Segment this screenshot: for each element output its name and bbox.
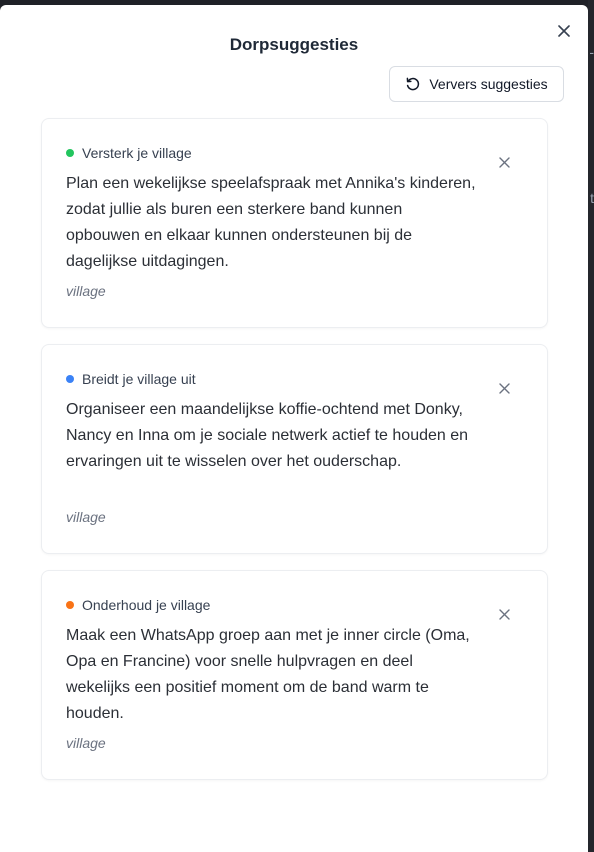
dismiss-suggestion-button[interactable] [497,381,511,395]
dialog-title: Dorpsuggesties [229,35,359,54]
suggestion-card: Breidt je village uit Organiseer een maa… [41,344,548,554]
category-dot [66,149,74,157]
suggestion-category: Onderhoud je village [66,597,210,613]
close-icon [498,382,510,394]
category-dot [66,375,74,383]
background-text: - [589,44,594,60]
category-label: Breidt je village uit [82,371,196,387]
suggestion-tag: village [66,283,106,299]
category-label: Versterk je village [82,145,192,161]
category-label: Onderhoud je village [82,597,211,613]
refresh-suggestions-button[interactable]: Ververs suggesties [389,66,564,102]
suggestion-text: Organiseer een maandelijkse koffie-ochte… [66,401,469,470]
suggestions-dialog: Dorpsuggesties Ververs suggesties Verste… [0,5,588,852]
close-icon [498,156,510,168]
suggestion-category: Breidt je village uit [66,371,196,387]
suggestion-tag: village [66,735,106,751]
dismiss-suggestion-button[interactable] [497,607,511,621]
background-text: t [590,190,594,206]
suggestion-text: Plan een wekelijkse speelafspraak met An… [66,175,476,270]
dialog-close-button[interactable] [554,21,574,41]
refresh-label: Ververs suggesties [429,76,548,92]
close-icon [558,25,570,37]
suggestion-category: Versterk je village [66,145,192,161]
refresh-icon [405,76,421,92]
suggestion-card: Versterk je village Plan een wekelijkse … [41,118,548,328]
close-icon [498,608,510,620]
category-dot [66,601,74,609]
suggestion-card: Onderhoud je village Maak een WhatsApp g… [41,570,548,780]
dismiss-suggestion-button[interactable] [497,155,511,169]
suggestion-tag: village [66,509,106,525]
suggestion-text: Maak een WhatsApp groep aan met je inner… [66,627,470,722]
background-page-edge [588,0,594,852]
